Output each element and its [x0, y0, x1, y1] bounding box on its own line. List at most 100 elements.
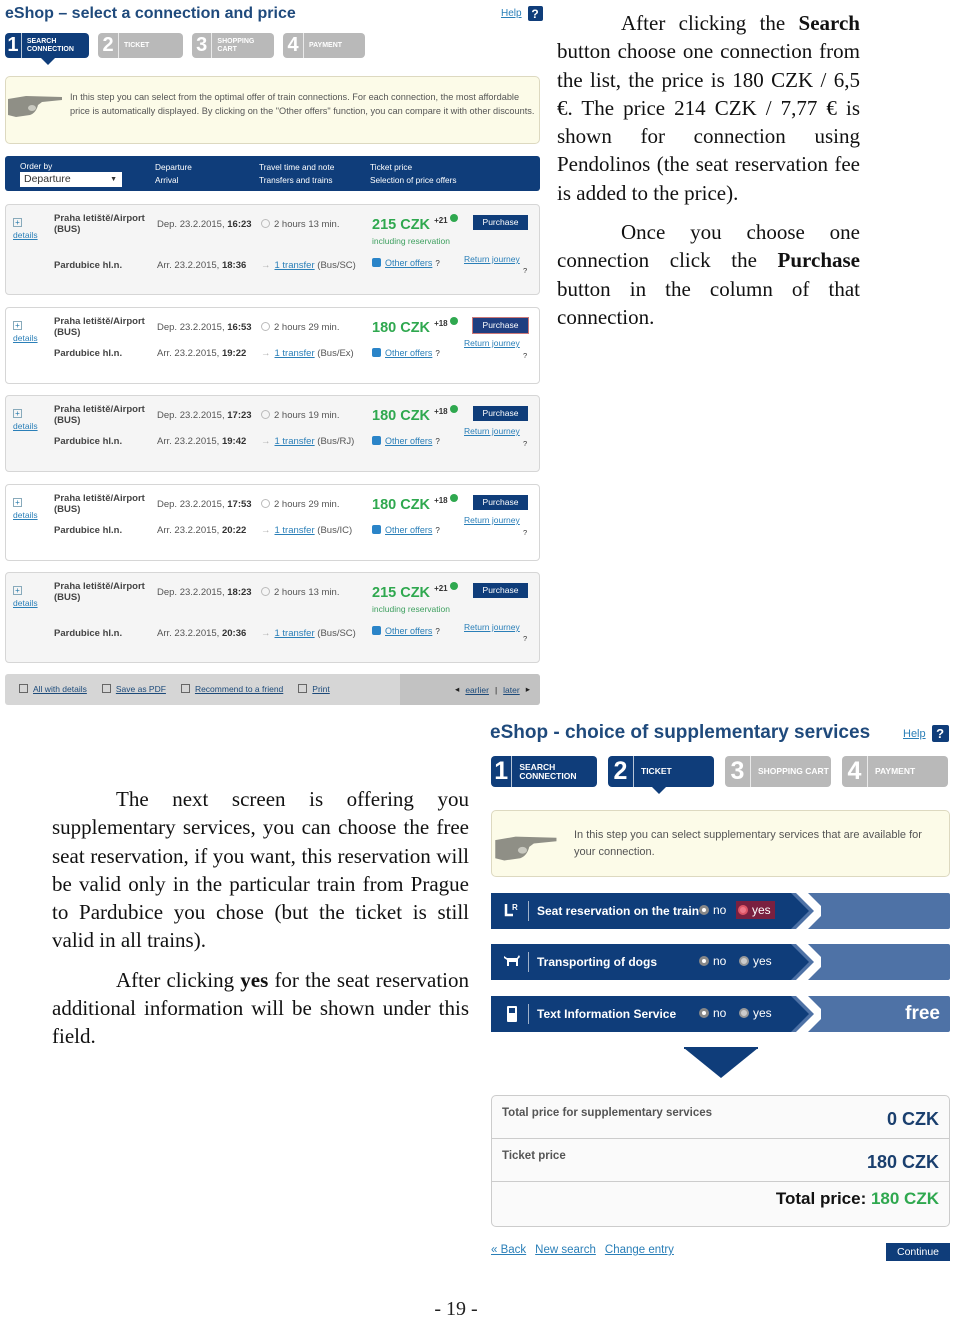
return-journey-link[interactable]: Return journey — [464, 622, 520, 632]
earlier-link[interactable]: earlier — [465, 685, 489, 695]
save-pdf-link[interactable]: Save as PDF — [116, 684, 166, 694]
question-icon[interactable]: ? — [435, 259, 439, 268]
departure: Dep. 23.2.2015, 16:23 — [157, 219, 252, 230]
step-shopping-cart[interactable]: 3 Shopping cart — [192, 33, 274, 58]
caret-right-icon[interactable]: ▸ — [526, 684, 530, 695]
print-action[interactable]: Print — [298, 684, 330, 694]
transfer-link[interactable]: 1 transfer — [275, 525, 315, 536]
return-journey-link[interactable]: Return journey — [464, 515, 520, 525]
transfer-link[interactable]: 1 transfer — [275, 348, 315, 359]
step-search-connection[interactable]: 1 Search connection — [491, 756, 597, 787]
step-ticket[interactable]: 2 Ticket — [608, 756, 714, 794]
arrival-date: Arr. 23.2.2015, — [157, 628, 222, 639]
purchase-button[interactable]: Purchase — [473, 583, 528, 598]
purchase-button[interactable]: Purchase — [473, 406, 528, 421]
radio-button-icon[interactable] — [699, 905, 709, 915]
step-payment[interactable]: 4 Payment — [283, 33, 365, 58]
recommend-link[interactable]: Recommend to a friend — [195, 684, 283, 694]
expand-icon[interactable]: + — [13, 586, 22, 595]
help-link[interactable]: Help — [903, 728, 926, 740]
price-value: 215 CZK — [372, 585, 431, 601]
train-types: (Bus/RJ) — [317, 436, 355, 447]
transfer-link[interactable]: 1 transfer — [275, 260, 315, 271]
radio-no[interactable]: no — [699, 1006, 726, 1020]
change-entry-link[interactable]: Change entry — [605, 1244, 674, 1256]
recommend-action[interactable]: Recommend to a friend — [180, 684, 283, 694]
question-icon[interactable]: ? — [435, 526, 439, 535]
clock-icon — [261, 322, 270, 331]
later-link[interactable]: later — [503, 685, 520, 695]
all-details-link[interactable]: All with details — [33, 684, 87, 694]
col-departure: Departure — [155, 162, 192, 172]
details-link[interactable]: details — [13, 230, 38, 240]
expand-icon[interactable]: + — [13, 218, 22, 227]
radio-no[interactable]: no — [699, 954, 726, 968]
question-icon[interactable]: ? — [435, 627, 439, 636]
details-link[interactable]: details — [13, 421, 38, 431]
purchase-button[interactable]: Purchase — [473, 215, 528, 230]
radio-no[interactable]: no — [699, 903, 726, 917]
question-icon[interactable]: ? — [523, 528, 527, 537]
purchase-button[interactable]: Purchase — [472, 317, 529, 334]
transfer-link[interactable]: 1 transfer — [275, 436, 315, 447]
return-journey-link[interactable]: Return journey — [464, 254, 520, 264]
help-link[interactable]: Help — [501, 8, 522, 19]
radio-button-icon[interactable] — [699, 956, 709, 966]
radio-button-icon[interactable] — [739, 1008, 749, 1018]
other-offers-link[interactable]: Other offers — [385, 626, 432, 636]
step-label: Shopping cart — [217, 38, 255, 53]
all-details-action[interactable]: All with details — [19, 684, 87, 694]
step-ticket[interactable]: 2 Ticket — [98, 33, 183, 58]
paragraph: After clicking the Search button choose … — [557, 9, 860, 207]
divider — [528, 952, 529, 972]
question-icon[interactable]: ? — [523, 634, 527, 643]
divider: | — [494, 684, 498, 695]
continue-button[interactable]: Continue — [886, 1243, 950, 1261]
back-link[interactable]: « Back — [491, 1244, 526, 1256]
expand-icon[interactable]: + — [13, 321, 22, 330]
supplementary-total-label: Total price for supplementary services — [502, 1107, 713, 1119]
new-search-link[interactable]: New search — [535, 1244, 596, 1256]
departure: Dep. 23.2.2015, 17:23 — [157, 410, 252, 421]
service-name: Text Information Service — [537, 1007, 677, 1021]
print-link[interactable]: Print — [312, 684, 329, 694]
question-icon[interactable]: ? — [435, 437, 439, 446]
step-search-connection[interactable]: 1 Search connection — [5, 33, 89, 65]
question-icon[interactable]: ? — [523, 351, 527, 360]
caret-left-icon[interactable]: ◂ — [455, 684, 459, 695]
radio-yes[interactable]: yes — [739, 954, 772, 968]
step-payment[interactable]: 4 Payment — [842, 756, 948, 787]
radio-yes[interactable]: yes — [736, 901, 775, 919]
save-pdf-action[interactable]: Save as PDF — [101, 684, 166, 694]
results-header: Order by Departure ▼ Departure Arrival T… — [5, 156, 540, 191]
service-price: free — [905, 1003, 940, 1024]
question-icon[interactable]: ? — [523, 266, 527, 275]
return-journey-link[interactable]: Return journey — [464, 338, 520, 348]
duration: 2 hours 19 min. — [261, 410, 339, 421]
bonus-badge-icon — [449, 405, 458, 413]
details-link[interactable]: details — [13, 510, 38, 520]
other-offers-link[interactable]: Other offers — [385, 436, 432, 446]
duration: 2 hours 13 min. — [261, 219, 339, 230]
other-offers-link[interactable]: Other offers — [385, 348, 432, 358]
radio-button-icon[interactable] — [738, 905, 748, 915]
question-icon[interactable]: ? — [523, 439, 527, 448]
return-journey-link[interactable]: Return journey — [464, 426, 520, 436]
question-icon[interactable]: ? — [435, 349, 439, 358]
other-offers-link[interactable]: Other offers — [385, 258, 432, 268]
step-shopping-cart[interactable]: 3 Shopping cart — [725, 756, 831, 787]
radio-button-icon[interactable] — [699, 1008, 709, 1018]
radio-button-icon[interactable] — [739, 956, 749, 966]
radio-yes[interactable]: yes — [739, 1006, 772, 1020]
help-icon[interactable]: ? — [527, 6, 543, 21]
help-icon[interactable]: ? — [931, 725, 949, 742]
details-link[interactable]: details — [13, 598, 38, 608]
expand-icon[interactable]: + — [13, 498, 22, 507]
details-link[interactable]: details — [13, 333, 38, 343]
transfer-link[interactable]: 1 transfer — [275, 628, 315, 639]
purchase-button[interactable]: Purchase — [473, 495, 528, 510]
order-by-select[interactable]: Departure ▼ — [20, 172, 122, 187]
other-offers-link[interactable]: Other offers — [385, 525, 432, 535]
text: button in the column of that connection. — [557, 276, 860, 329]
expand-icon[interactable]: + — [13, 409, 22, 418]
